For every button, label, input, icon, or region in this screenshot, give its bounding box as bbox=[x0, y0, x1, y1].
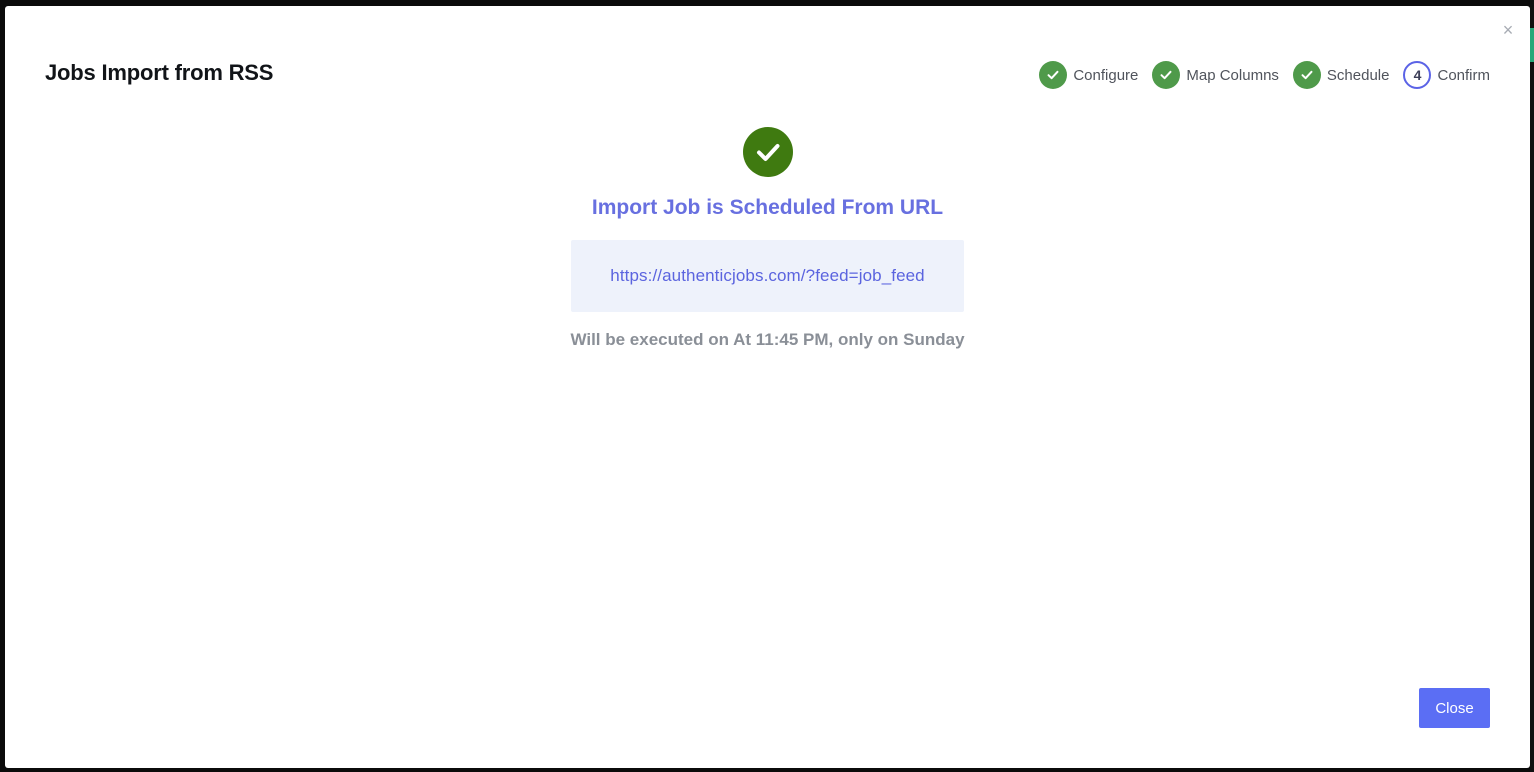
check-circle-icon bbox=[743, 127, 793, 177]
modal-title: Jobs Import from RSS bbox=[45, 60, 274, 85]
wizard-stepper: Configure Map Columns Schedule 4 Confirm bbox=[1039, 61, 1490, 89]
close-button[interactable]: Close bbox=[1419, 688, 1490, 728]
step-confirm[interactable]: 4 Confirm bbox=[1403, 61, 1490, 89]
result-headline: Import Job is Scheduled From URL bbox=[591, 196, 944, 219]
check-icon bbox=[1039, 61, 1068, 89]
close-icon[interactable]: × bbox=[1500, 21, 1516, 39]
step-label: Configure bbox=[1073, 66, 1139, 84]
backdrop-accent bbox=[1530, 28, 1534, 62]
step-schedule[interactable]: Schedule bbox=[1292, 61, 1390, 89]
schedule-text: Will be executed on At 11:45 PM, only on… bbox=[570, 330, 965, 349]
step-label: Confirm bbox=[1437, 66, 1490, 84]
check-icon bbox=[1292, 61, 1321, 89]
step-number: 4 bbox=[1403, 61, 1432, 89]
step-label: Map Columns bbox=[1186, 66, 1279, 84]
url-box: https://authenticjobs.com/?feed=job_feed bbox=[571, 240, 964, 312]
import-modal: × Jobs Import from RSS Configure Map Col… bbox=[5, 6, 1530, 768]
feed-url: https://authenticjobs.com/?feed=job_feed bbox=[610, 266, 925, 285]
backdrop bbox=[1530, 0, 1534, 772]
step-map-columns[interactable]: Map Columns bbox=[1152, 61, 1279, 89]
step-configure[interactable]: Configure bbox=[1039, 61, 1138, 89]
check-icon bbox=[1152, 61, 1181, 89]
step-label: Schedule bbox=[1326, 66, 1390, 84]
